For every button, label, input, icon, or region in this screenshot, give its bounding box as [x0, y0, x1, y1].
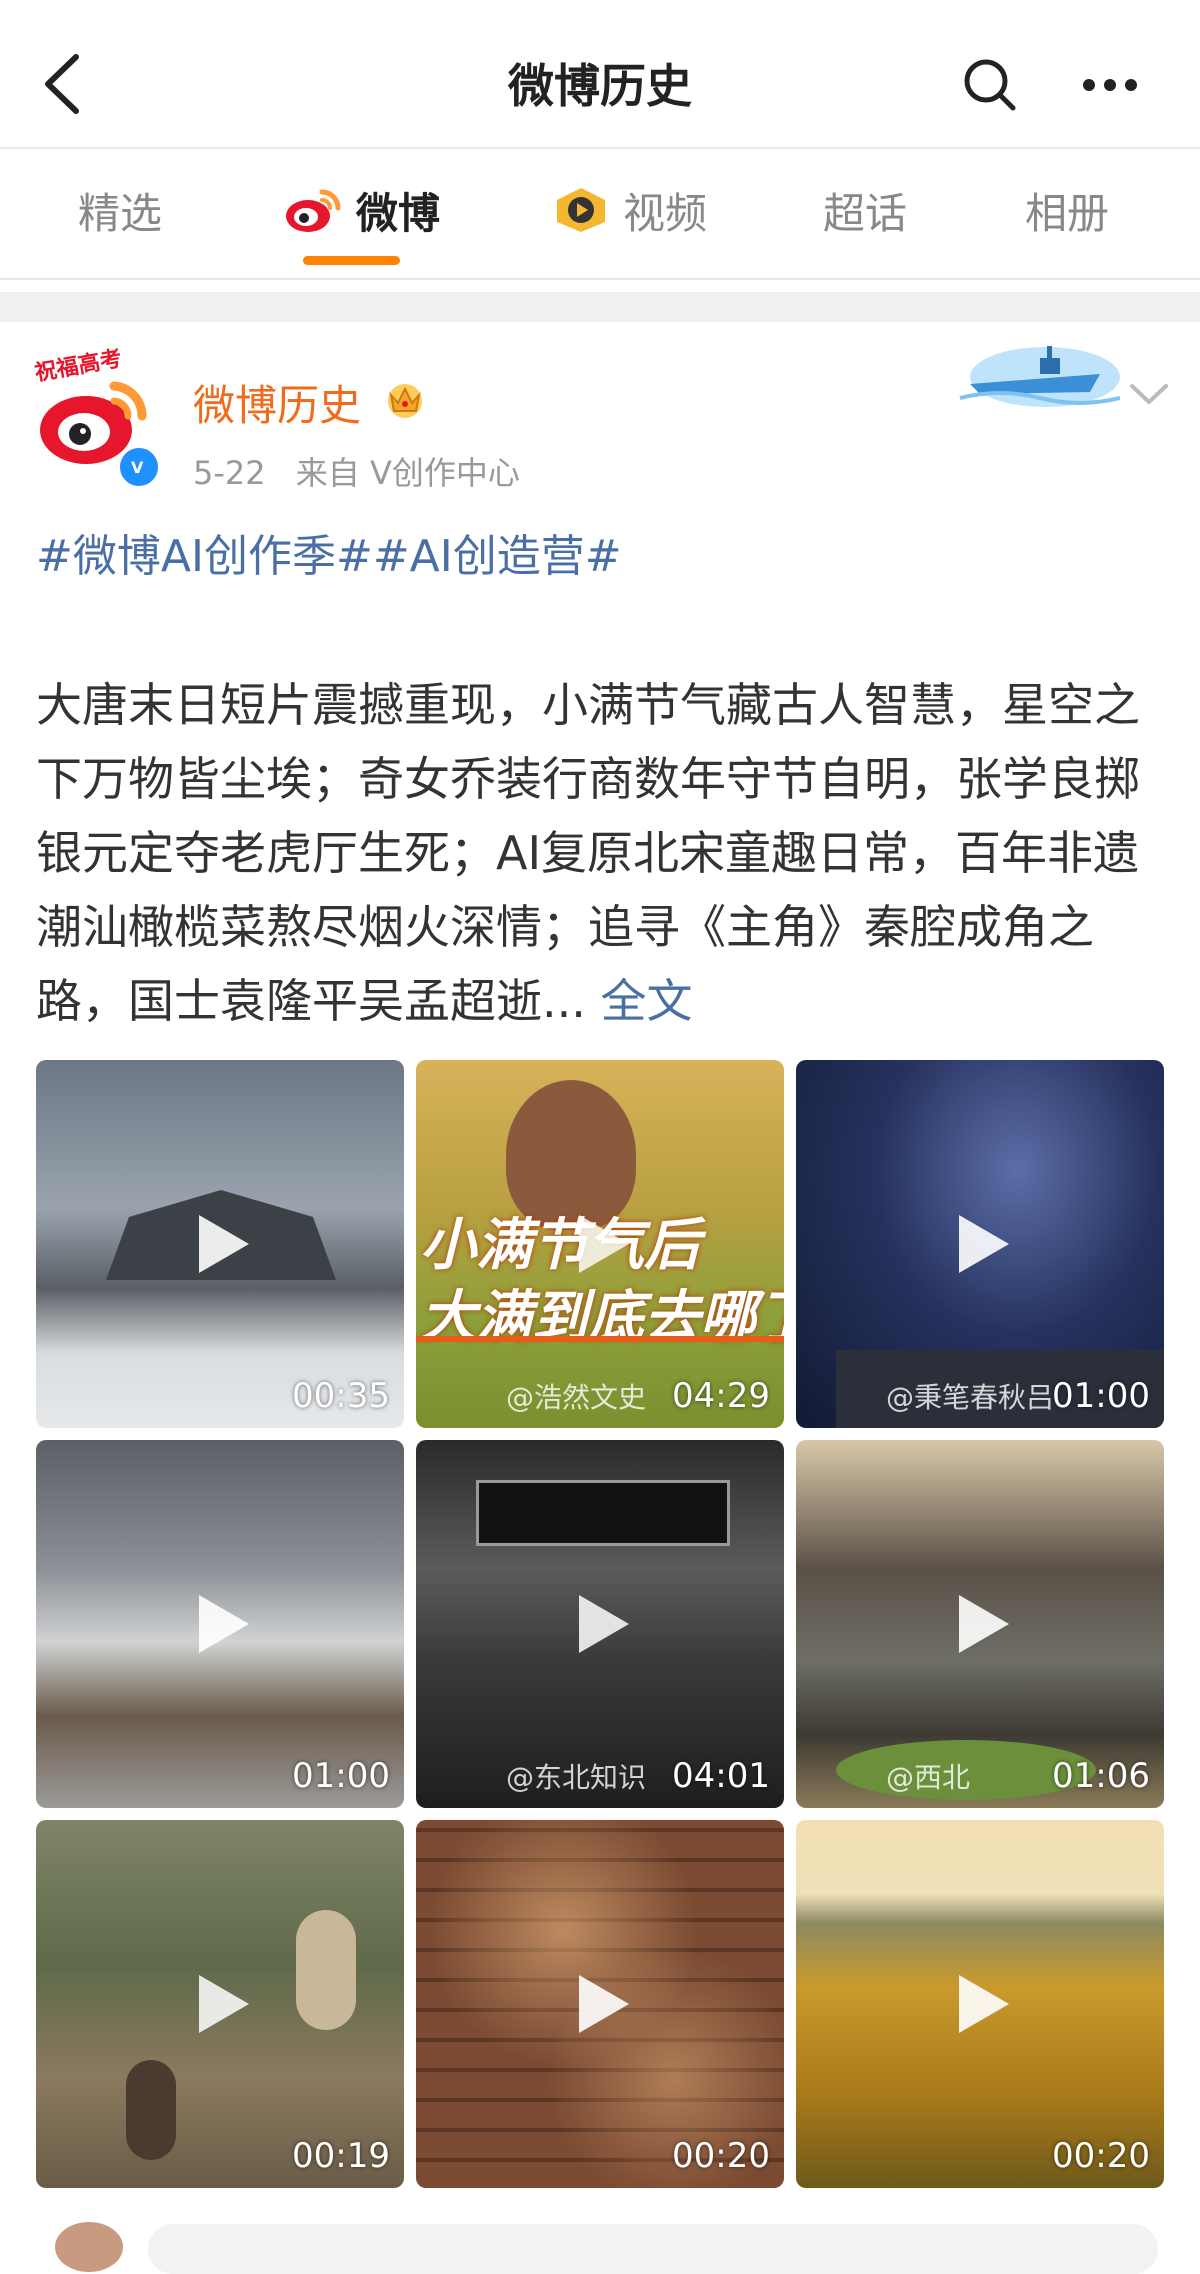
video-watermark: @西北 — [886, 1761, 971, 1794]
video-duration: 04:29 — [672, 1376, 770, 1416]
play-icon — [579, 1595, 629, 1653]
author-name[interactable]: 微博历史 — [193, 372, 361, 433]
ship-decoration-icon — [950, 322, 1121, 412]
post-meta: 5-22 来自 V创作中心 — [193, 448, 540, 494]
post-source[interactable]: 来自 V创作中心 — [296, 454, 520, 492]
video-play-icon — [553, 186, 609, 234]
video-thumbnail[interactable]: 01:00 — [36, 1440, 404, 1808]
tab-featured[interactable]: 精选 — [55, 150, 185, 270]
video-duration: 04:01 — [672, 1756, 770, 1796]
verified-badge-icon: V — [116, 444, 162, 490]
child-figure-shape — [296, 1910, 356, 2030]
tab-label: 微博 — [355, 188, 440, 238]
play-icon — [579, 1975, 629, 2033]
weibo-logo-icon — [284, 186, 342, 234]
video-duration: 01:00 — [292, 1756, 390, 1796]
tabs-divider — [0, 278, 1200, 280]
video-thumbnail[interactable]: 小满节气后 大满到底去哪了 @浩然文史 04:29 — [416, 1060, 784, 1428]
video-duration: 01:06 — [1052, 1756, 1150, 1796]
play-icon — [959, 1975, 1009, 2033]
video-thumbnail[interactable]: 00:35 — [36, 1060, 404, 1428]
video-duration: 00:20 — [1052, 2136, 1150, 2176]
video-duration: 01:00 — [1052, 1376, 1150, 1416]
svg-text:V: V — [131, 458, 144, 476]
topic-tag[interactable]: #AI创造营# — [373, 531, 622, 582]
section-gap — [0, 292, 1200, 322]
search-button[interactable] — [955, 50, 1025, 120]
video-thumbnail[interactable]: @东北知识 04:01 — [416, 1440, 784, 1808]
play-icon — [579, 1215, 629, 1273]
caption-underline — [416, 1336, 784, 1342]
crown-icon — [382, 377, 428, 423]
video-watermark: @东北知识 — [506, 1761, 647, 1794]
play-icon — [199, 1595, 249, 1653]
video-thumbnail[interactable]: 00:19 — [36, 1820, 404, 2188]
video-thumbnail[interactable]: 00:20 — [796, 1820, 1164, 2188]
tab-label: 精选 — [77, 188, 162, 238]
header-divider — [0, 147, 1200, 149]
post-date: 5-22 — [193, 454, 266, 492]
play-icon — [199, 1215, 249, 1273]
user-avatar[interactable] — [55, 2222, 123, 2272]
tab-bar: 精选 微博 视频 超话 相册 — [0, 150, 1200, 280]
tab-label: 视频 — [622, 188, 707, 238]
search-icon — [964, 59, 1016, 111]
post-body: 大唐末日短片震撼重现，小满节气藏古人智慧，星空之下万物皆尘埃；奇女乔装行商数年守… — [36, 678, 1140, 1028]
play-icon — [199, 1975, 249, 2033]
read-more-link[interactable]: 全文 — [601, 974, 693, 1028]
plaque-shape — [476, 1480, 730, 1546]
tab-album[interactable]: 相册 — [1002, 150, 1132, 270]
active-tab-indicator — [303, 256, 400, 265]
video-duration: 00:19 — [292, 2136, 390, 2176]
tab-video[interactable]: 视频 — [540, 150, 720, 270]
top-bar: 微博历史 — [0, 0, 1200, 148]
tab-weibo[interactable]: 微博 — [262, 150, 462, 270]
play-icon — [959, 1215, 1009, 1273]
tab-label: 相册 — [1024, 188, 1109, 238]
video-thumbnail[interactable]: @西北 01:06 — [796, 1440, 1164, 1808]
video-thumbnail[interactable]: @秉笔春秋吕 01:00 — [796, 1060, 1164, 1428]
comment-input[interactable] — [148, 2224, 1158, 2274]
child-figure-shape — [126, 2060, 176, 2160]
video-watermark: @浩然文史 — [506, 1381, 647, 1414]
tab-label: 超话 — [822, 188, 907, 238]
video-watermark: @秉笔春秋吕 — [886, 1381, 1055, 1414]
post-tags: #微博AI创作季##AI创造营# — [36, 520, 622, 584]
tab-super-topic[interactable]: 超话 — [800, 150, 930, 270]
video-duration: 00:35 — [292, 1376, 390, 1416]
chevron-down-icon — [1130, 384, 1168, 404]
video-thumbnail[interactable]: 00:20 — [416, 1820, 784, 2188]
topic-tag[interactable]: #微博AI创作季# — [36, 531, 373, 582]
video-duration: 00:20 — [672, 2136, 770, 2176]
more-icon — [1083, 79, 1137, 91]
expand-menu-button[interactable] — [1126, 378, 1172, 414]
play-icon — [959, 1595, 1009, 1653]
post-text: 大唐末日短片震撼重现，小满节气藏古人智慧，星空之下万物皆尘埃；奇女乔装行商数年守… — [36, 668, 1176, 1038]
more-button[interactable] — [1070, 50, 1150, 120]
